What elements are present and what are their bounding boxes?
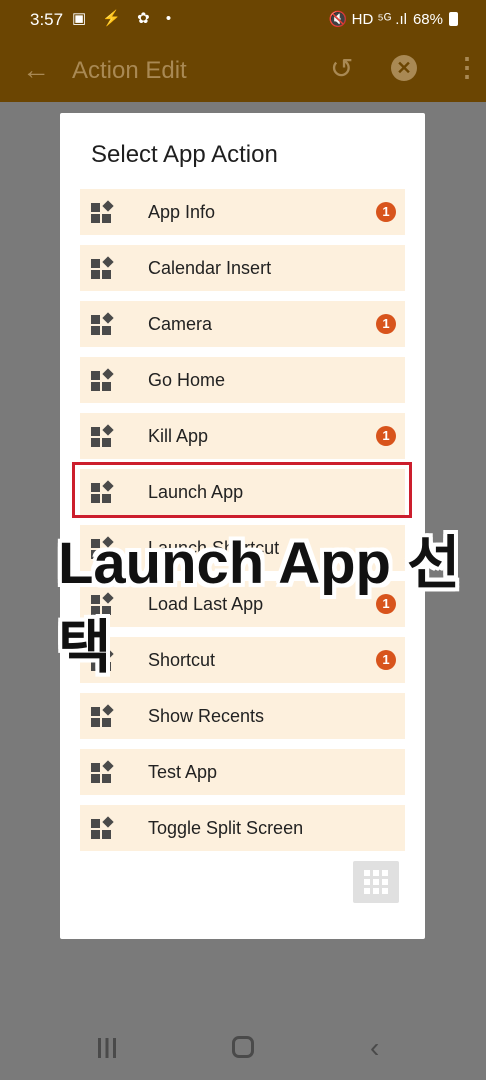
grid-icon <box>364 870 388 894</box>
close-icon[interactable]: ✕ <box>391 55 417 81</box>
action-item-label: Show Recents <box>148 706 265 726</box>
action-item[interactable]: Camera 1 <box>80 301 405 347</box>
action-item-label: Camera <box>148 314 213 334</box>
app-action-icon <box>91 256 114 279</box>
undo-icon[interactable]: ↺ <box>330 52 353 85</box>
status-right: 🔇 HD ⁵ᴳ .ıl 68% <box>329 10 458 28</box>
action-item[interactable]: Toggle Split Screen <box>80 805 405 851</box>
status-time: 3:57 <box>30 10 64 29</box>
action-item[interactable]: Calendar Insert <box>80 245 405 291</box>
action-item[interactable]: Go Home <box>80 357 405 403</box>
battery-icon <box>449 12 458 26</box>
app-action-icon <box>91 760 114 783</box>
action-item-label: Test App <box>148 762 218 782</box>
action-item-label: App Info <box>148 202 216 222</box>
app-bar: ← Action Edit ↺ ✕ ⋮ <box>0 40 486 102</box>
action-item-label: Kill App <box>148 426 209 446</box>
recents-icon[interactable] <box>96 1038 118 1058</box>
info-badge[interactable]: 1 <box>376 202 396 222</box>
action-item-label: Calendar Insert <box>148 258 272 278</box>
action-item[interactable]: Kill App 1 <box>80 413 405 459</box>
app-action-icon <box>91 200 114 223</box>
action-item[interactable]: App Info 1 <box>80 189 405 235</box>
grid-view-button[interactable] <box>353 861 399 903</box>
home-icon[interactable] <box>232 1036 254 1058</box>
app-action-icon <box>91 368 114 391</box>
navigation-bar: ‹ <box>0 1016 486 1080</box>
overlay-caption: Launch App 선택 <box>58 531 461 680</box>
back-arrow-icon[interactable]: ← <box>22 54 50 86</box>
action-item[interactable]: Test App <box>80 749 405 795</box>
app-action-icon <box>91 312 114 335</box>
action-item[interactable]: Show Recents <box>80 693 405 739</box>
app-action-icon <box>91 424 114 447</box>
info-badge[interactable]: 1 <box>376 314 396 334</box>
more-options-icon[interactable]: ⋮ <box>454 52 480 83</box>
signal-icons: 🔇 HD ⁵ᴳ .ıl <box>328 11 407 28</box>
status-bar: 3:57 ▣ ⚡ ✿ • 🔇 HD ⁵ᴳ .ıl 68% <box>0 0 486 40</box>
action-item-label: Toggle Split Screen <box>148 818 304 838</box>
info-badge[interactable]: 1 <box>376 426 396 446</box>
app-action-icon <box>91 816 114 839</box>
action-item-label: Go Home <box>148 370 226 390</box>
highlight-box <box>72 462 412 518</box>
page-title: Action Edit <box>72 57 187 84</box>
app-action-icon <box>91 704 114 727</box>
battery-percent: 68% <box>412 10 443 28</box>
back-nav-icon[interactable]: ‹ <box>370 1032 379 1064</box>
notification-icons: ▣ ⚡ ✿ • <box>72 10 178 27</box>
dialog-title: Select App Action <box>91 141 278 168</box>
